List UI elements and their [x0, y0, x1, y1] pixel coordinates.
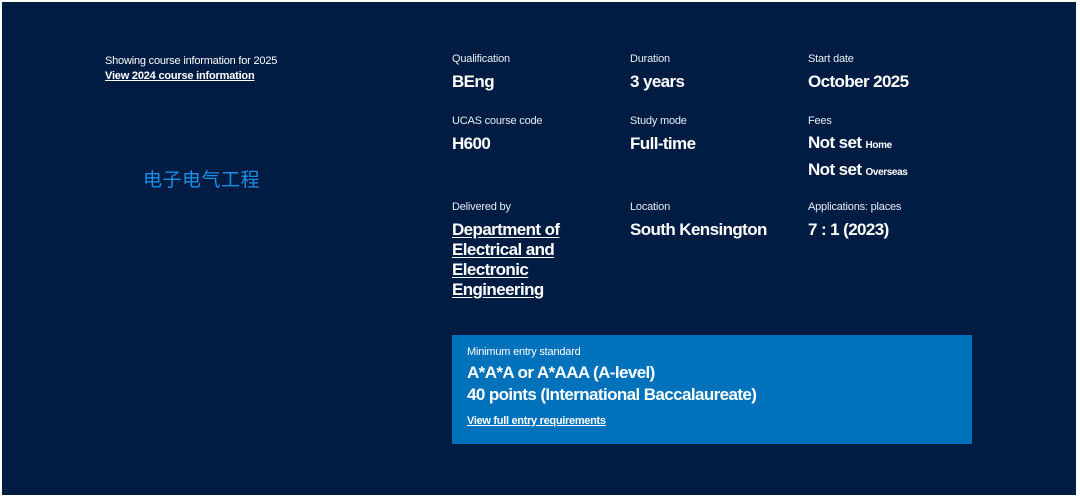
- applications-item: Applications: places 7 : 1 (2023): [808, 200, 901, 240]
- qualification-item: Qualification BEng: [452, 52, 510, 92]
- study-mode-label: Study mode: [630, 115, 687, 127]
- entry-requirements-box: Minimum entry standard A*A*A or A*AAA (A…: [452, 335, 972, 444]
- applications-value: 7 : 1 (2023): [808, 220, 889, 239]
- duration-value: 3 years: [630, 72, 685, 91]
- fees-overseas-suffix: Overseas: [865, 167, 908, 178]
- delivered-by-item: Delivered by Department of Electrical an…: [452, 200, 560, 300]
- view-previous-year-link[interactable]: View 2024 course information: [105, 69, 277, 84]
- study-mode-item: Study mode Full-time: [630, 114, 696, 154]
- department-line: Department of: [452, 220, 560, 239]
- department-line: Electronic: [452, 260, 529, 279]
- department-line: Electrical and: [452, 240, 555, 259]
- a-level-requirement: A*A*A or A*AAA (A-level): [467, 363, 655, 382]
- start-date-label: Start date: [808, 53, 854, 65]
- qualification-value: BEng: [452, 72, 495, 91]
- showing-year-text: Showing course information for 2025: [105, 55, 278, 67]
- course-year-intro: Showing course information for 2025 View…: [105, 54, 277, 84]
- duration-item: Duration 3 years: [630, 52, 685, 92]
- start-date-value: October 2025: [808, 72, 909, 91]
- location-value: South Kensington: [630, 220, 767, 239]
- course-info-panel: Showing course information for 2025 View…: [2, 2, 1076, 495]
- fees-home: Not set Home: [808, 131, 907, 158]
- study-mode-value: Full-time: [630, 134, 696, 153]
- ib-requirement: 40 points (International Baccalaureate): [467, 385, 757, 404]
- fees-values: Not set Home Not set Overseas: [808, 131, 908, 185]
- department-link[interactable]: Department of Electrical and Electronic …: [452, 220, 560, 299]
- ucas-code-label: UCAS course code: [452, 115, 543, 127]
- chinese-title-overlay: 电子电气工程: [143, 169, 261, 191]
- fees-home-suffix: Home: [865, 140, 893, 151]
- fees-overseas: Not set Overseas: [808, 158, 908, 185]
- applications-label: Applications: places: [808, 201, 902, 213]
- fees-label: Fees: [808, 115, 832, 127]
- fees-home-value: Not set: [808, 133, 862, 152]
- department-link-wrap: Department of Electrical and Electronic …: [452, 220, 560, 300]
- entry-standard-label: Minimum entry standard: [467, 346, 581, 358]
- delivered-by-label: Delivered by: [452, 201, 511, 213]
- ucas-code-item: UCAS course code H600: [452, 114, 543, 154]
- qualification-label: Qualification: [452, 53, 510, 65]
- location-label: Location: [630, 201, 670, 213]
- start-date-item: Start date October 2025: [808, 52, 909, 92]
- ucas-code-value: H600: [452, 134, 491, 153]
- duration-label: Duration: [630, 53, 670, 65]
- full-entry-requirements-link[interactable]: View full entry requirements: [467, 415, 957, 427]
- department-line: Engineering: [452, 280, 544, 299]
- location-item: Location South Kensington: [630, 200, 767, 240]
- fees-overseas-value: Not set: [808, 160, 862, 179]
- fees-item: Fees Not set Home Not set Overseas: [808, 114, 908, 185]
